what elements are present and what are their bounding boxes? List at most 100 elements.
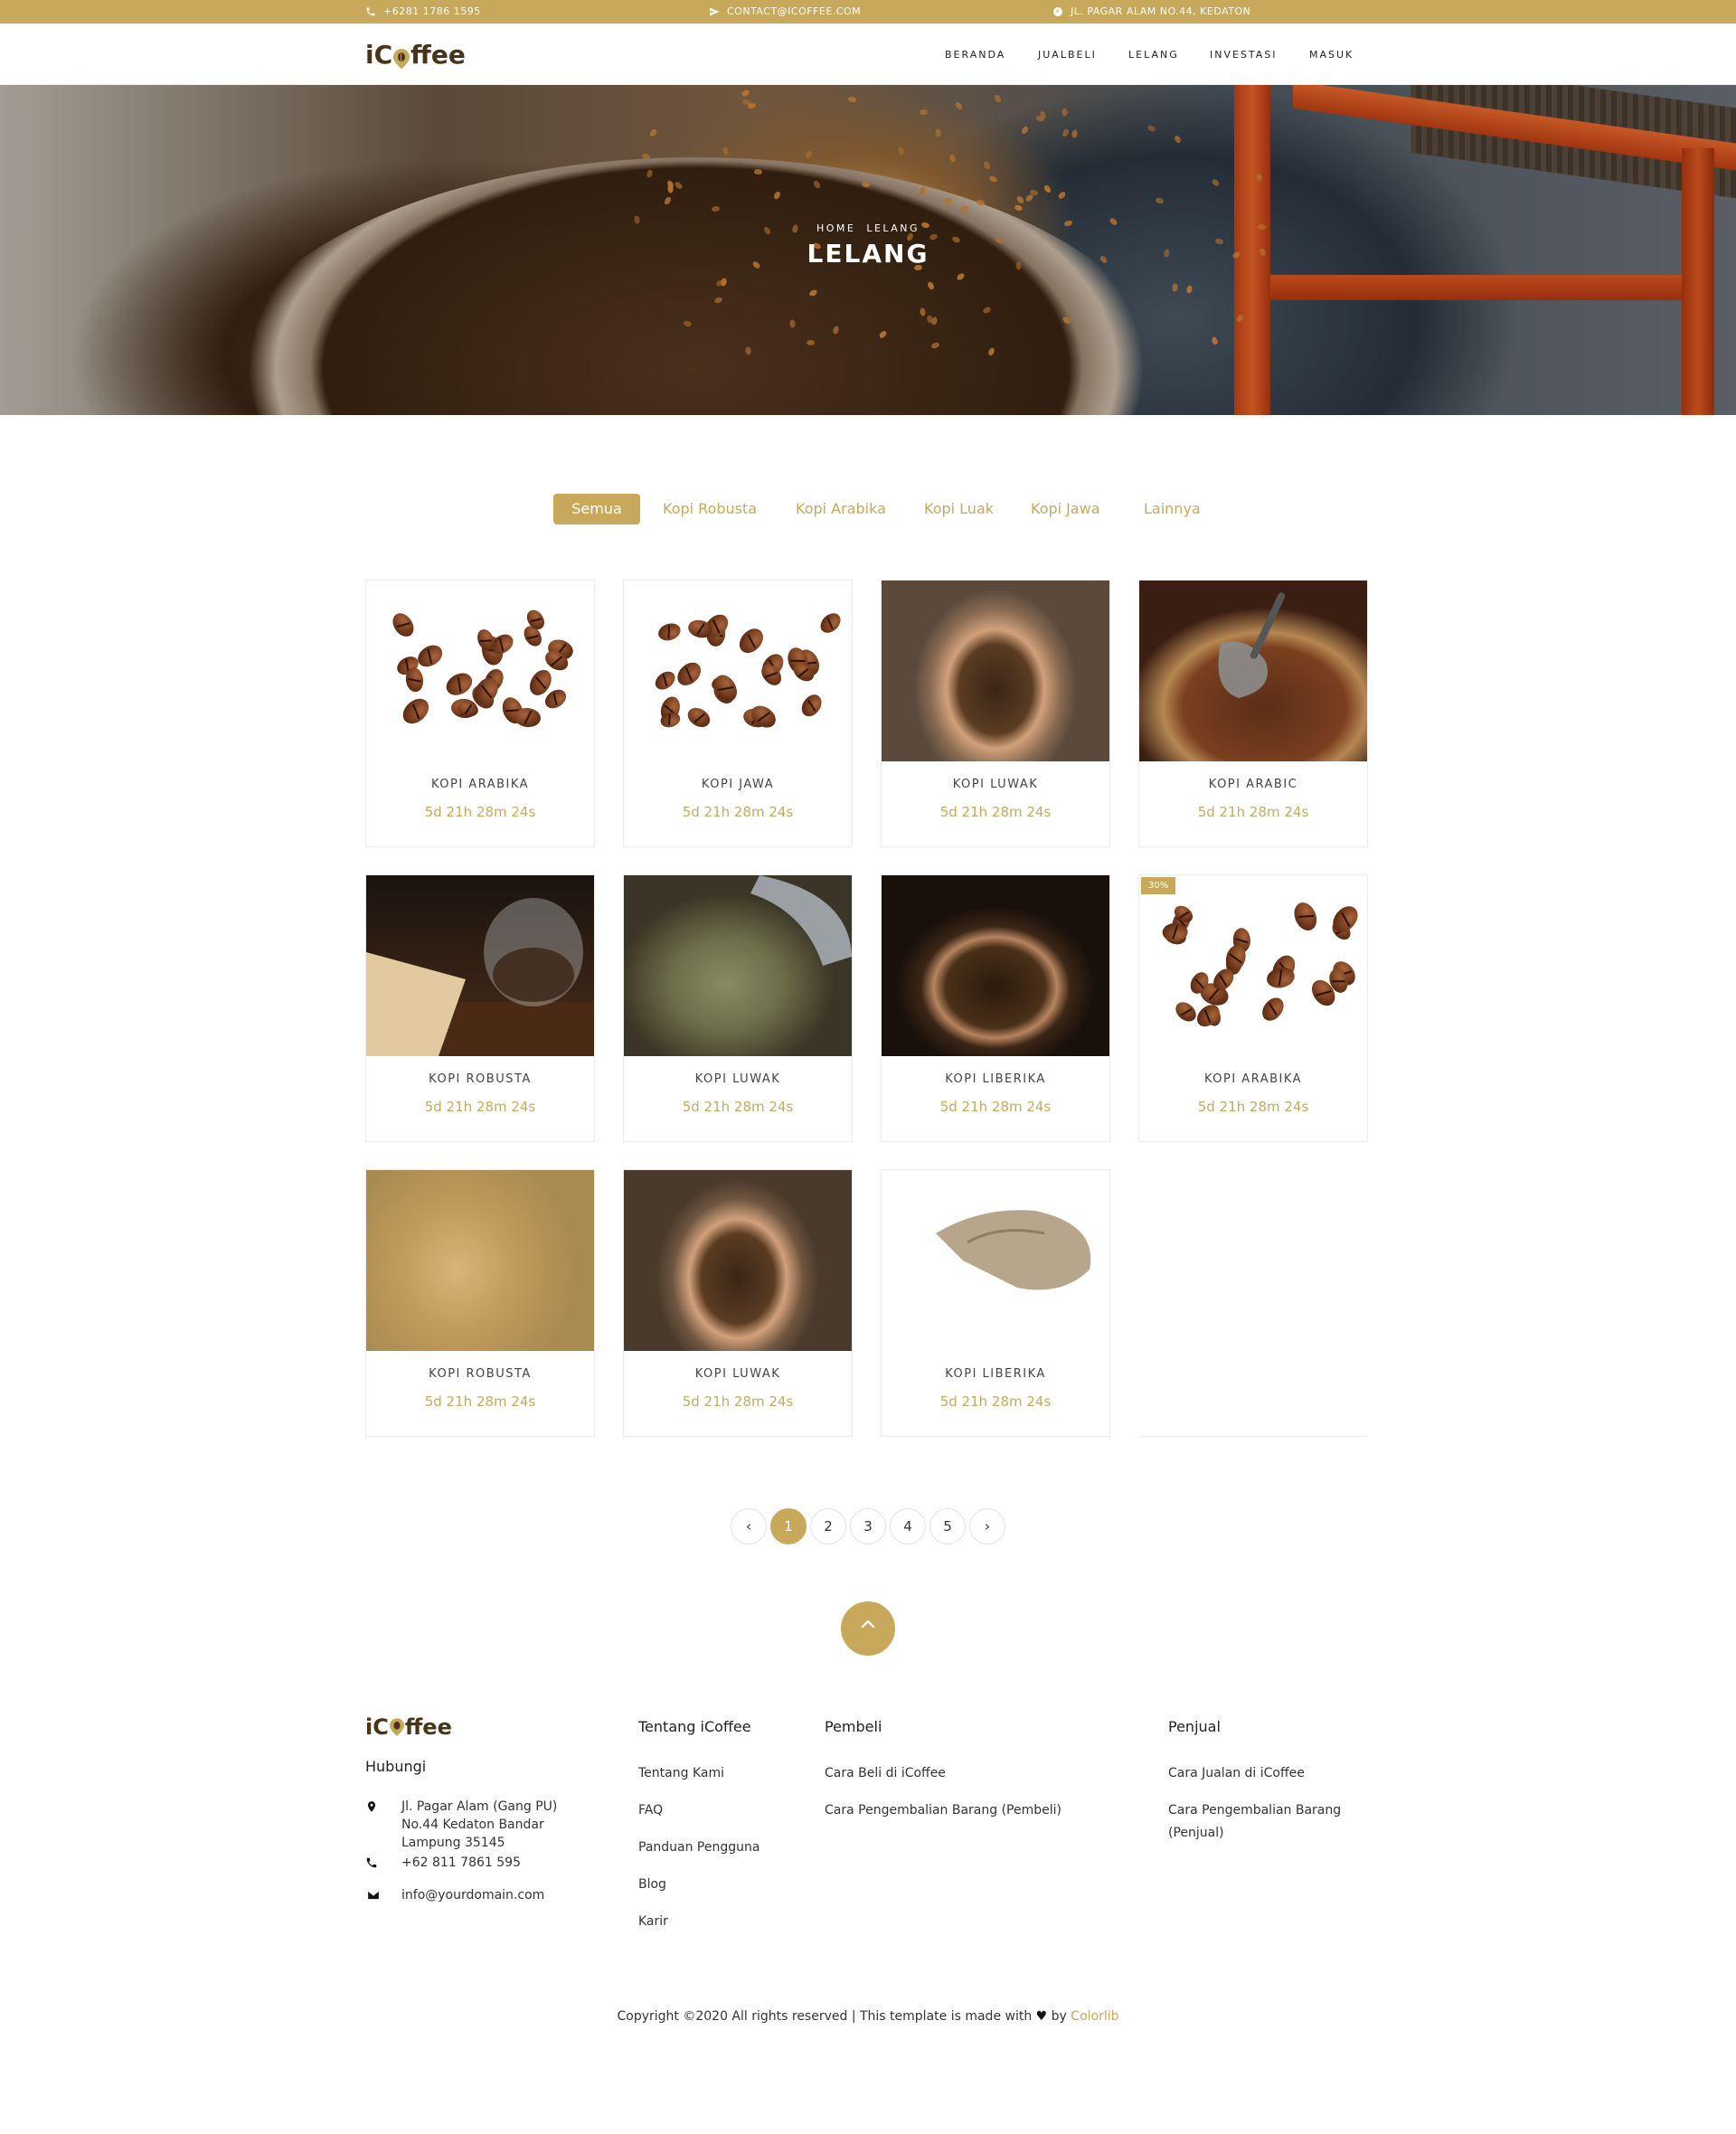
- product-image[interactable]: [1139, 875, 1367, 1056]
- footer-address-line-2: No.44 Kedaton Bandar: [401, 1818, 544, 1832]
- topbar-address-text: JL. PAGAR ALAM NO.44, KEDATON: [1071, 5, 1251, 17]
- auction-countdown: 5d 21h 28m 24s: [424, 1099, 536, 1115]
- auction-countdown: 5d 21h 28m 24s: [939, 804, 1052, 820]
- product-name[interactable]: KOPI ARABIKA: [1139, 1072, 1367, 1086]
- product-name[interactable]: KOPI JAWA: [624, 778, 852, 791]
- product-name[interactable]: KOPI LUWAK: [882, 778, 1109, 791]
- footer-email-text: info@yourdomain.com: [401, 1888, 545, 1903]
- topbar-email[interactable]: CONTACT@ICOFFEE.COM: [709, 5, 861, 17]
- product-name[interactable]: KOPI LUWAK: [624, 1072, 852, 1086]
- pagination-page-5[interactable]: 5: [929, 1508, 966, 1544]
- nav-jualbeli[interactable]: JUALBELI: [1038, 49, 1097, 61]
- product-image[interactable]: [366, 581, 594, 761]
- nav-beranda[interactable]: BERANDA: [945, 49, 1005, 61]
- coffee-bean: [1171, 998, 1200, 1026]
- coffee-bean: [734, 624, 768, 658]
- product-name[interactable]: KOPI ARABIC: [1139, 778, 1367, 791]
- auction-countdown: 5d 21h 28m 24s: [682, 1099, 794, 1115]
- clock-icon: [1053, 6, 1062, 16]
- footer-link-cara-jualan[interactable]: Cara Jualan di iCoffee: [1168, 1766, 1305, 1780]
- breadcrumb: HOME LELANG: [0, 222, 1736, 234]
- page-title: LELANG: [807, 239, 929, 269]
- product-card[interactable]: KOPI LUWAK 5d 21h 28m 24s: [623, 874, 853, 1142]
- coffee-bean: [674, 657, 706, 690]
- product-image[interactable]: [882, 875, 1109, 1056]
- envelope-icon: [368, 1891, 379, 1900]
- product-name[interactable]: KOPI LUWAK: [624, 1367, 852, 1381]
- product-name[interactable]: KOPI LIBERIKA: [882, 1072, 1109, 1086]
- topbar-phone[interactable]: +6281 1786 1595: [365, 5, 481, 17]
- product-card[interactable]: KOPI ARABIC 5d 21h 28m 24s: [1138, 580, 1368, 847]
- product-image[interactable]: [366, 1170, 594, 1351]
- footer-link-pengembalian-penjual[interactable]: Cara Pengembalian Barang: [1168, 1803, 1341, 1818]
- product-name[interactable]: KOPI ARABIKA: [366, 778, 594, 791]
- pagination-prev[interactable]: ‹: [731, 1508, 767, 1544]
- pagination-page-1[interactable]: 1: [770, 1508, 807, 1544]
- tab-semua[interactable]: Semua: [553, 494, 640, 524]
- nav-investasi[interactable]: INVESTASI: [1210, 49, 1278, 61]
- footer-phone-text: +62 811 7861 595: [401, 1855, 521, 1870]
- footer-logo[interactable]: iC ffee: [365, 1714, 452, 1740]
- footer-link-panduan[interactable]: Panduan Pengguna: [638, 1840, 760, 1855]
- product-card[interactable]: KOPI LIBERIKA 5d 21h 28m 24s: [881, 874, 1110, 1142]
- auction-countdown: 5d 21h 28m 24s: [424, 804, 536, 820]
- product-name[interactable]: KOPI LIBERIKA: [882, 1367, 1109, 1381]
- tab-kopi-robusta[interactable]: Kopi Robusta: [663, 494, 757, 524]
- product-image[interactable]: [624, 875, 852, 1056]
- product-image[interactable]: [1139, 581, 1367, 761]
- copyright: Copyright ©2020 All rights reserved | Th…: [0, 2009, 1736, 2024]
- phone-icon: [366, 1857, 377, 1868]
- footer-col-about-heading: Tentang iCoffee: [638, 1718, 751, 1735]
- footer-link-cara-beli[interactable]: Cara Beli di iCoffee: [825, 1766, 946, 1780]
- chevron-up-icon: [861, 1619, 875, 1629]
- product-card[interactable]: KOPI ARABIKA 5d 21h 28m 24s: [365, 580, 595, 847]
- nav-lelang[interactable]: LELANG: [1128, 49, 1179, 61]
- pagination: ‹ 1 2 3 4 5 ›: [0, 1508, 1736, 1544]
- product-card[interactable]: KOPI ROBUSTA 5d 21h 28m 24s: [365, 874, 595, 1142]
- product-image[interactable]: [624, 1170, 852, 1351]
- footer-link-tentang-kami[interactable]: Tentang Kami: [638, 1766, 724, 1780]
- tab-kopi-luak[interactable]: Kopi Luak: [924, 494, 994, 524]
- footer-link-blog[interactable]: Blog: [638, 1877, 666, 1892]
- colorlib-link[interactable]: Colorlib: [1071, 2009, 1118, 2024]
- product-card[interactable]: 30% KOPI ARABIKA 5d 21h 28m 24s: [1138, 874, 1368, 1142]
- pagination-page-2[interactable]: 2: [810, 1508, 846, 1544]
- product-image[interactable]: [624, 581, 852, 761]
- pagination-page-4[interactable]: 4: [890, 1508, 926, 1544]
- tab-lainnya[interactable]: Lainnya: [1144, 494, 1201, 524]
- product-card[interactable]: KOPI ROBUSTA 5d 21h 28m 24s: [365, 1169, 595, 1437]
- copyright-text: Copyright ©2020 All rights reserved | Th…: [617, 2009, 1033, 2024]
- phone-icon: [366, 7, 375, 15]
- product-card[interactable]: KOPI LIBERIKA 5d 21h 28m 24s: [881, 1169, 1110, 1437]
- tab-kopi-jawa[interactable]: Kopi Jawa: [1031, 494, 1100, 524]
- map-marker-icon: [367, 1801, 376, 1812]
- site-logo[interactable]: iC ffee: [365, 40, 466, 70]
- coffee-bean: [797, 691, 826, 721]
- metal-scoop-icon: [750, 875, 852, 966]
- auction-countdown: 5d 21h 28m 24s: [1197, 804, 1309, 820]
- breadcrumb-home[interactable]: HOME: [816, 222, 855, 234]
- pagination-next[interactable]: ›: [969, 1508, 1005, 1544]
- footer-col-buyer-heading: Pembeli: [825, 1718, 882, 1735]
- product-name[interactable]: KOPI ROBUSTA: [366, 1072, 594, 1086]
- discount-badge: 30%: [1141, 877, 1176, 894]
- coffee-bean: [656, 620, 683, 644]
- back-to-top-button[interactable]: [841, 1601, 895, 1656]
- scoop-icon: [1218, 592, 1286, 698]
- footer-link-karir[interactable]: Karir: [638, 1914, 668, 1929]
- product-card[interactable]: KOPI LUWAK 5d 21h 28m 24s: [623, 1169, 853, 1437]
- footer-link-faq[interactable]: FAQ: [638, 1803, 663, 1818]
- footer-link-pengembalian-penjual-line2[interactable]: (Penjual): [1168, 1826, 1224, 1840]
- footer-link-pengembalian-pembeli[interactable]: Cara Pengembalian Barang (Pembeli): [825, 1803, 1061, 1818]
- coffee-bean: [684, 703, 713, 732]
- product-image[interactable]: [366, 875, 594, 1056]
- nav-masuk[interactable]: MASUK: [1309, 49, 1354, 61]
- pagination-page-3[interactable]: 3: [850, 1508, 886, 1544]
- product-card[interactable]: KOPI LUWAK 5d 21h 28m 24s: [881, 580, 1110, 847]
- tab-kopi-arabika[interactable]: Kopi Arabika: [796, 494, 886, 524]
- product-card[interactable]: KOPI JAWA 5d 21h 28m 24s: [623, 580, 853, 847]
- product-image[interactable]: [882, 1170, 1109, 1351]
- product-name[interactable]: KOPI ROBUSTA: [366, 1367, 594, 1381]
- product-image[interactable]: [882, 581, 1109, 761]
- coffee-bean: [404, 666, 425, 694]
